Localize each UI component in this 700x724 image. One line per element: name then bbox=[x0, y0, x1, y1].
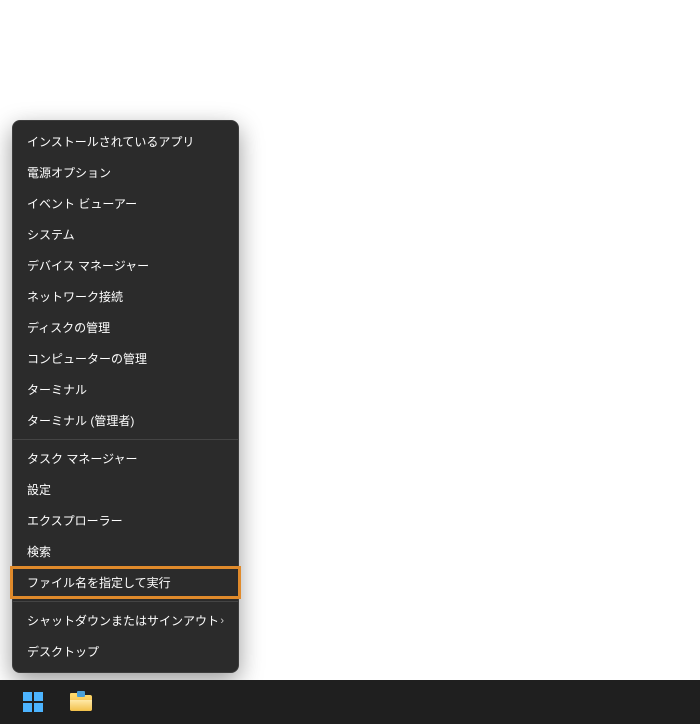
menu-label: 電源オプション bbox=[27, 164, 111, 181]
menu-label: 検索 bbox=[27, 543, 51, 560]
menu-item-device-manager[interactable]: デバイス マネージャー bbox=[13, 250, 238, 281]
menu-item-desktop[interactable]: デスクトップ bbox=[13, 636, 238, 667]
taskbar bbox=[0, 680, 700, 724]
start-button[interactable] bbox=[14, 683, 52, 721]
menu-item-task-manager[interactable]: タスク マネージャー bbox=[13, 443, 238, 474]
menu-item-settings[interactable]: 設定 bbox=[13, 474, 238, 505]
menu-item-disk-management[interactable]: ディスクの管理 bbox=[13, 312, 238, 343]
menu-label: システム bbox=[27, 226, 75, 243]
menu-label: ディスクの管理 bbox=[27, 319, 110, 336]
desktop-area[interactable]: インストールされているアプリ 電源オプション イベント ビューアー システム デ… bbox=[0, 0, 700, 680]
taskbar-file-explorer-button[interactable] bbox=[62, 683, 100, 721]
menu-label: シャットダウンまたはサインアウト bbox=[27, 612, 219, 629]
menu-item-event-viewer[interactable]: イベント ビューアー bbox=[13, 188, 238, 219]
menu-label: ターミナル (管理者) bbox=[27, 412, 134, 429]
menu-label: 設定 bbox=[27, 481, 51, 498]
menu-label: イベント ビューアー bbox=[27, 195, 137, 212]
windows-logo-icon bbox=[23, 692, 43, 712]
chevron-right-icon: › bbox=[220, 615, 224, 627]
menu-item-terminal[interactable]: ターミナル bbox=[13, 374, 238, 405]
menu-label: コンピューターの管理 bbox=[27, 350, 147, 367]
menu-item-computer-management[interactable]: コンピューターの管理 bbox=[13, 343, 238, 374]
menu-item-search[interactable]: 検索 bbox=[13, 536, 238, 567]
menu-item-run[interactable]: ファイル名を指定して実行 bbox=[13, 567, 238, 598]
menu-item-power-options[interactable]: 電源オプション bbox=[13, 157, 238, 188]
menu-separator bbox=[13, 601, 238, 602]
folder-icon bbox=[70, 693, 92, 711]
menu-item-installed-apps[interactable]: インストールされているアプリ bbox=[13, 126, 238, 157]
menu-label: ファイル名を指定して実行 bbox=[27, 574, 171, 591]
menu-label: エクスプローラー bbox=[27, 512, 123, 529]
menu-separator bbox=[13, 439, 238, 440]
menu-item-shutdown-signout[interactable]: シャットダウンまたはサインアウト › bbox=[13, 605, 238, 636]
menu-item-network-connections[interactable]: ネットワーク接続 bbox=[13, 281, 238, 312]
menu-label: ターミナル bbox=[27, 381, 87, 398]
menu-item-system[interactable]: システム bbox=[13, 219, 238, 250]
menu-label: インストールされているアプリ bbox=[27, 133, 194, 150]
menu-item-explorer[interactable]: エクスプローラー bbox=[13, 505, 238, 536]
menu-item-terminal-admin[interactable]: ターミナル (管理者) bbox=[13, 405, 238, 436]
menu-label: タスク マネージャー bbox=[27, 450, 138, 467]
menu-label: ネットワーク接続 bbox=[27, 288, 123, 305]
menu-label: デバイス マネージャー bbox=[27, 257, 149, 274]
menu-label: デスクトップ bbox=[27, 643, 99, 660]
winx-context-menu: インストールされているアプリ 電源オプション イベント ビューアー システム デ… bbox=[12, 120, 239, 673]
